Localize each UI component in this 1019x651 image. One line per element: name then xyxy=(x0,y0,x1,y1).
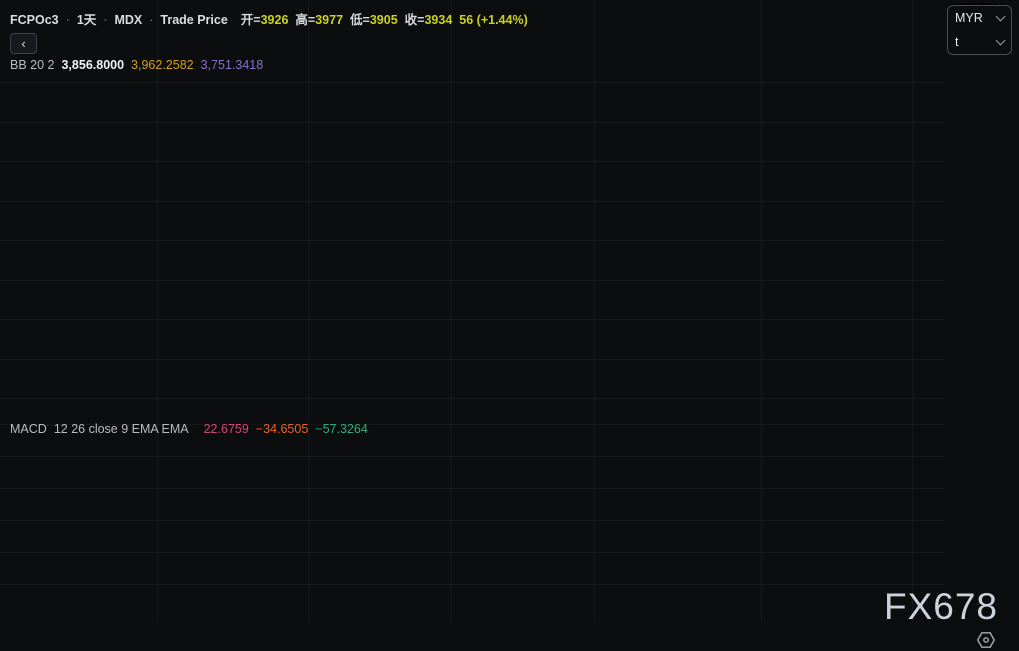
bb-basis-value: 3,856.8000 xyxy=(61,58,125,72)
exchange-label: MDX xyxy=(114,13,143,27)
trading-chart-app: FCPOc3 · 1天 · MDX · Trade Price 开= 3926 高… xyxy=(0,0,1019,651)
open-label: 开= xyxy=(240,13,261,27)
macd-hist-value: 22.6759 xyxy=(203,422,249,436)
close-value: 3934 xyxy=(424,13,453,27)
high-value: 3977 xyxy=(315,13,344,27)
back-button[interactable]: ‹ xyxy=(10,33,37,54)
interval-label: 1天 xyxy=(76,13,97,27)
chevron-left-icon: ‹ xyxy=(21,35,26,51)
chevron-down-icon xyxy=(995,11,1006,22)
bb-legend[interactable]: BB 20 2 3,856.8000 3,962.2582 3,751.3418 xyxy=(10,58,263,72)
unit-dropdown[interactable]: t xyxy=(948,30,1011,54)
currency-unit-selector: MYR t xyxy=(947,5,1012,55)
separator: · xyxy=(65,13,70,27)
settings-hexagon-icon[interactable] xyxy=(975,629,997,651)
currency-dropdown[interactable]: MYR xyxy=(948,6,1011,30)
chart-canvas[interactable] xyxy=(0,0,1019,651)
macd-params: 12 26 close 9 EMA EMA xyxy=(53,422,189,436)
symbol-legend[interactable]: FCPOc3 · 1天 · MDX · Trade Price 开= 3926 高… xyxy=(10,9,528,28)
high-label: 高= xyxy=(295,13,316,27)
close-label: 收= xyxy=(404,13,425,27)
bb-upper-value: 3,962.2582 xyxy=(131,58,194,72)
macd-line-value: −34.6505 xyxy=(255,422,309,436)
chevron-down-icon xyxy=(995,35,1006,46)
open-value: 3926 xyxy=(260,13,289,27)
low-label: 低= xyxy=(350,13,370,27)
bb-lower-value: 3,751.3418 xyxy=(200,58,264,72)
currency-label: MYR xyxy=(955,11,983,25)
symbol-name: FCPOc3 xyxy=(10,13,59,27)
unit-label: t xyxy=(955,35,959,49)
price-type-label: Trade Price xyxy=(160,13,228,27)
separator: · xyxy=(149,13,154,27)
macd-signal-value: −57.3264 xyxy=(315,422,368,436)
separator: · xyxy=(103,13,108,27)
change-value: 56 (+1.44%) xyxy=(459,13,528,27)
bb-title: BB 20 2 xyxy=(10,58,55,72)
low-value: 3905 xyxy=(369,13,398,27)
watermark: FX678 xyxy=(884,586,999,627)
macd-title: MACD xyxy=(10,422,47,436)
macd-legend[interactable]: MACD 12 26 close 9 EMA EMA 22.6759 −34.6… xyxy=(10,422,368,436)
